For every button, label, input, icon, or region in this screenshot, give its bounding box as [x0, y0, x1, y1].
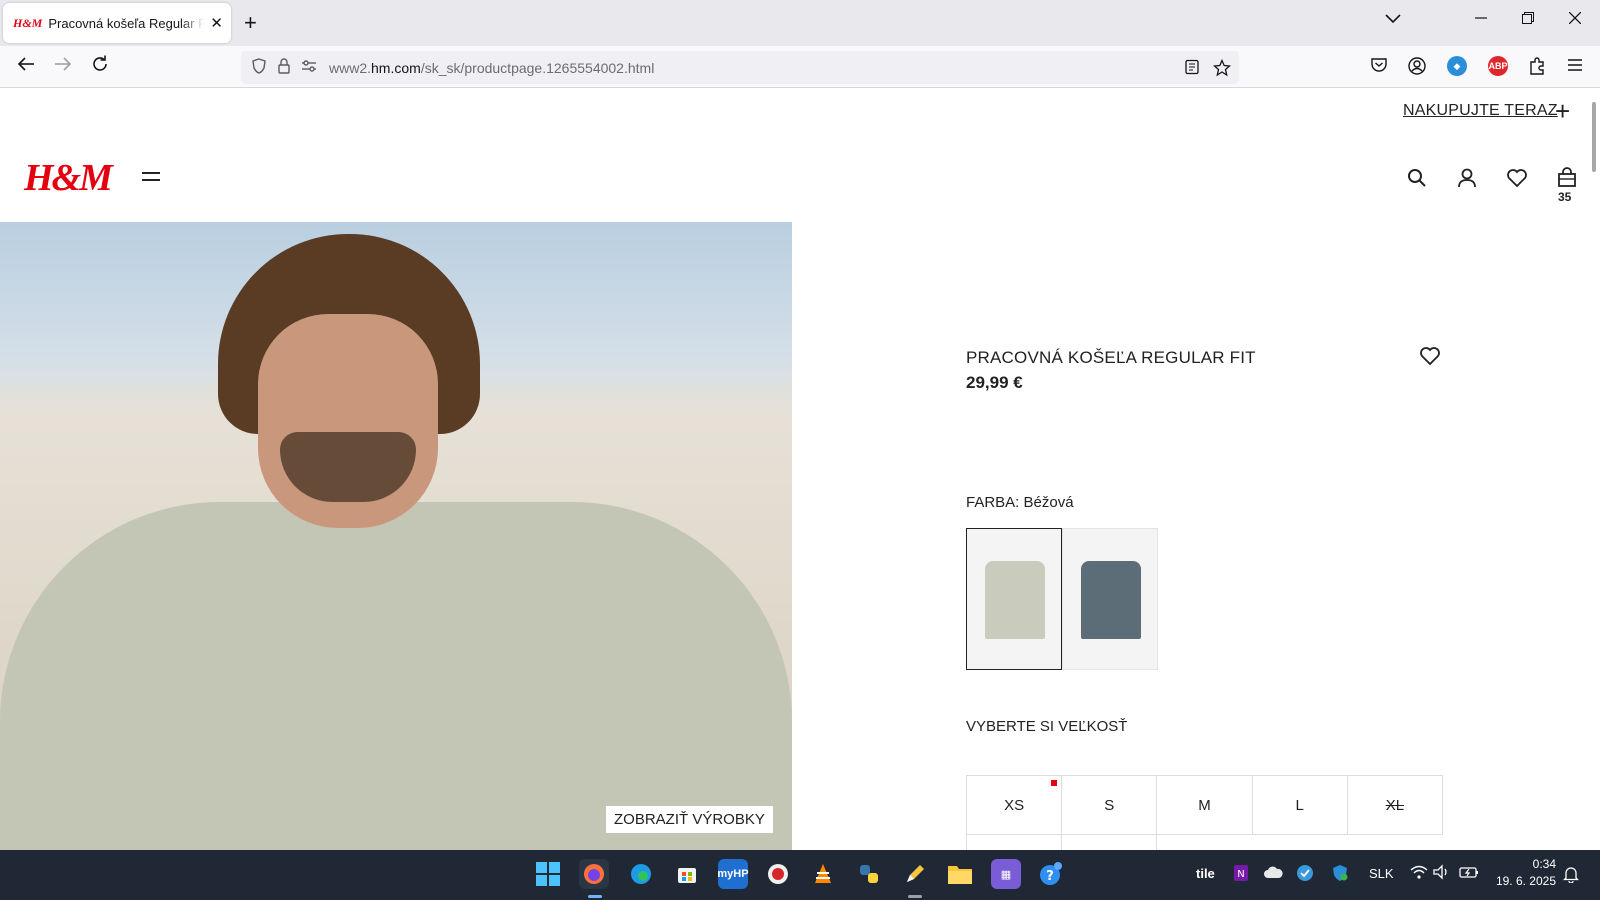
- reading-app-icon[interactable]: ▦: [991, 859, 1021, 889]
- python-icon[interactable]: [854, 859, 884, 889]
- forward-icon[interactable]: [53, 54, 73, 79]
- color-swatch-blue[interactable]: [1062, 528, 1158, 670]
- minimize-icon[interactable]: [1475, 11, 1487, 29]
- shop-now-link[interactable]: NAKUPUJTE TERAZ: [1403, 102, 1558, 120]
- windows-start-icon[interactable]: [533, 859, 563, 889]
- system-clock[interactable]: 0:34 19. 6. 2025: [1494, 856, 1556, 890]
- lock-icon[interactable]: [277, 57, 291, 78]
- permissions-icon[interactable]: [301, 59, 317, 77]
- size-option-xl[interactable]: XL: [1348, 776, 1442, 834]
- close-tab-icon[interactable]: ✕: [210, 14, 223, 32]
- navigation-toolbar: www2.hm.com/sk_sk/productpage.1265554002…: [0, 46, 1600, 88]
- color-swatch-beige[interactable]: [966, 528, 1062, 670]
- hm-favicon-icon: H&M: [13, 15, 43, 30]
- close-window-icon[interactable]: [1568, 11, 1582, 29]
- reload-icon[interactable]: [90, 54, 110, 79]
- pen-app-icon[interactable]: [900, 859, 930, 889]
- battery-charging-icon[interactable]: [1459, 865, 1479, 882]
- favorites-heart-icon[interactable]: [1505, 166, 1529, 190]
- tab-title: Pracovná košeľa Regular Fit - Béžová - M…: [48, 15, 205, 31]
- edge-icon[interactable]: [626, 859, 656, 889]
- size-label-text: L: [1295, 796, 1304, 814]
- plus-icon[interactable]: +: [1555, 96, 1570, 127]
- size-option-xs[interactable]: XS: [967, 776, 1063, 834]
- add-to-favorites-heart-icon[interactable]: [1418, 344, 1442, 368]
- tile-tray-icon[interactable]: tile: [1196, 866, 1215, 881]
- vpn-tray-icon[interactable]: [1296, 864, 1314, 885]
- vlc-icon[interactable]: [808, 859, 838, 889]
- url-bar[interactable]: www2.hm.com/sk_sk/productpage.1265554002…: [241, 51, 1239, 84]
- web-page: NAKUPUJTE TERAZ + H&M 35 ZOBRAZIŤ VÝROBK…: [0, 88, 1600, 850]
- size-option-s[interactable]: S: [1062, 776, 1158, 834]
- wifi-icon[interactable]: [1410, 864, 1428, 883]
- shield-icon[interactable]: [251, 57, 267, 78]
- size-label-text: M: [1198, 796, 1211, 814]
- windows-taskbar: myHP ▦ ? tile N SLK 0:34 19. 6. 2025: [0, 850, 1600, 900]
- search-icon[interactable]: [1405, 166, 1429, 190]
- size-selector: XS S M L XL: [966, 775, 1443, 835]
- show-products-button[interactable]: ZOBRAZIŤ VÝROBKY: [606, 806, 773, 833]
- adblock-plus-icon[interactable]: ABP: [1488, 56, 1508, 76]
- svg-text:?: ?: [1046, 869, 1054, 884]
- onenote-icon[interactable]: N: [1232, 864, 1250, 885]
- myhp-icon[interactable]: myHP: [717, 859, 749, 889]
- hm-logo[interactable]: H&M: [24, 156, 113, 200]
- new-tab-icon[interactable]: +: [244, 10, 257, 36]
- url-prefix: www2.: [329, 59, 372, 76]
- size-label-text: S: [1104, 796, 1115, 814]
- product-hero-image: ZOBRAZIŤ VÝROBKY: [0, 222, 792, 850]
- url-text[interactable]: www2.hm.com/sk_sk/productpage.1265554002…: [329, 60, 654, 76]
- size-option-m[interactable]: M: [1157, 776, 1253, 834]
- size-label-text: XS: [1004, 796, 1025, 814]
- extensions-icon[interactable]: [1527, 56, 1547, 81]
- list-tabs-icon[interactable]: [1385, 11, 1401, 29]
- pocket-icon[interactable]: [1370, 57, 1388, 78]
- page-scrollbar[interactable]: [1592, 102, 1596, 172]
- volume-icon[interactable]: [1433, 864, 1451, 883]
- ublock-extension-icon[interactable]: ◆: [1447, 56, 1467, 76]
- security-shield-icon[interactable]: [1331, 864, 1349, 885]
- size-label: VYBERTE SI VEĽKOSŤ: [966, 718, 1128, 735]
- account-user-icon[interactable]: [1455, 166, 1479, 190]
- hamburger-menu-icon[interactable]: [142, 172, 160, 186]
- language-indicator[interactable]: SLK: [1369, 866, 1394, 881]
- product-title: PRACOVNÁ KOŠEĽA REGULAR FIT: [966, 348, 1256, 367]
- size-selector-second-row: [966, 834, 1443, 850]
- pen-app-running-indicator: [908, 895, 922, 898]
- product-price: 29,99 €: [966, 373, 1023, 392]
- cart-count-badge: 35: [1558, 190, 1572, 204]
- firefox-active-indicator: [588, 895, 602, 898]
- clock-time: 0:34: [1532, 857, 1556, 871]
- tab-active[interactable]: H&M Pracovná košeľa Regular Fit - Béžová…: [3, 3, 231, 43]
- shopping-bag-icon[interactable]: [1555, 166, 1579, 190]
- get-help-icon[interactable]: ?: [1036, 859, 1066, 889]
- low-stock-indicator: [1051, 780, 1058, 786]
- restore-icon[interactable]: [1522, 11, 1534, 29]
- swatch-shirt-image: [1081, 561, 1141, 639]
- file-explorer-icon[interactable]: [945, 859, 975, 889]
- url-path: /sk_sk/productpage.1265554002.html: [420, 59, 655, 76]
- back-icon[interactable]: [16, 54, 36, 79]
- menu-icon[interactable]: [1566, 56, 1584, 79]
- microsoft-store-icon[interactable]: [672, 859, 702, 889]
- svg-text:N: N: [1237, 869, 1244, 880]
- size-option-l[interactable]: L: [1253, 776, 1348, 834]
- notifications-bell-icon[interactable]: [1562, 865, 1580, 886]
- url-domain: hm.com: [371, 59, 421, 76]
- swatch-shirt-image: [985, 561, 1045, 639]
- antivirus-app-icon[interactable]: [763, 859, 793, 889]
- size-label-text: XL: [1385, 796, 1405, 814]
- account-icon[interactable]: [1407, 56, 1427, 81]
- clock-date: 19. 6. 2025: [1495, 874, 1556, 888]
- star-icon[interactable]: [1212, 58, 1232, 82]
- onedrive-icon[interactable]: [1263, 865, 1283, 882]
- color-label: FARBA: Béžová: [966, 494, 1074, 511]
- hero-shirt-shape: [0, 502, 792, 850]
- reader-icon[interactable]: [1184, 59, 1200, 80]
- tab-strip: H&M Pracovná košeľa Regular Fit - Béžová…: [0, 0, 1600, 46]
- firefox-icon[interactable]: [579, 859, 609, 889]
